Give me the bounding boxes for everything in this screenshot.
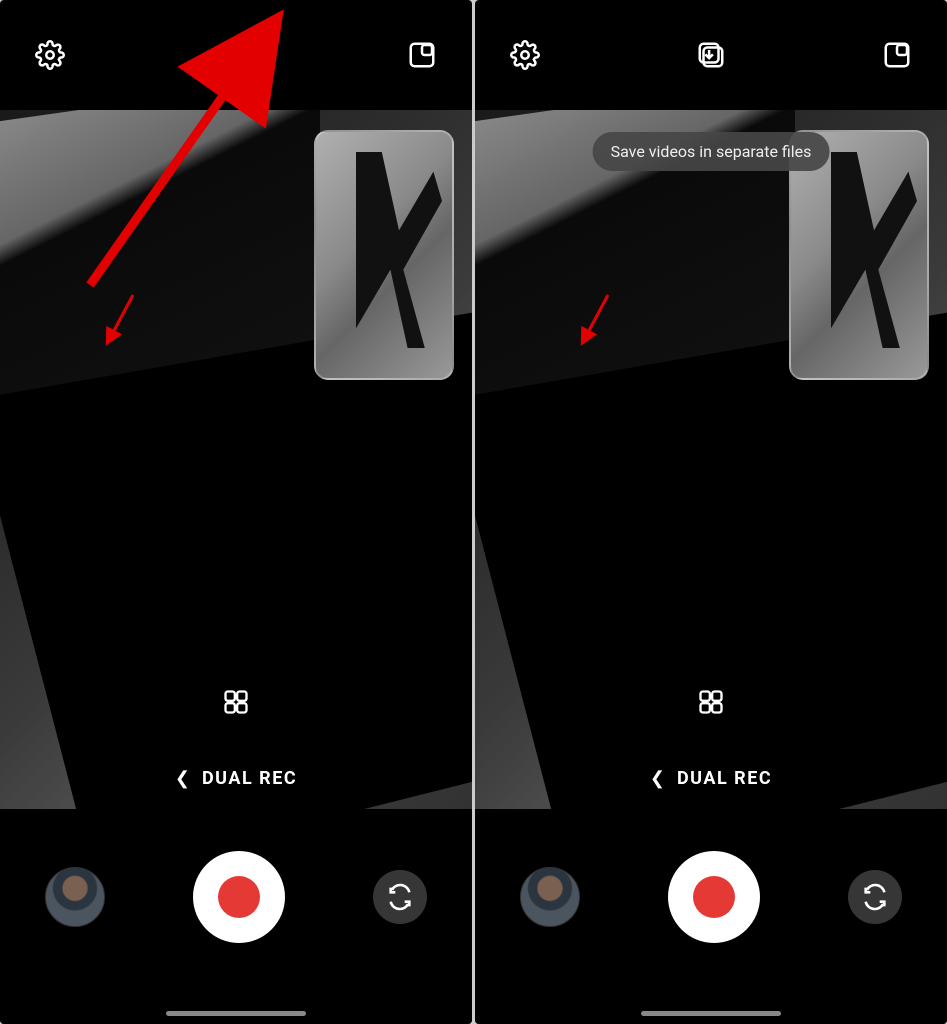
filters-icon[interactable] [222, 688, 250, 716]
bottom-bar [0, 809, 472, 1024]
filters-icon[interactable] [697, 688, 725, 716]
mode-selector[interactable]: ❮ DUAL REC [475, 768, 947, 789]
record-dot [693, 876, 735, 918]
preview-laptop-keyboard [0, 312, 472, 877]
top-bar [0, 0, 472, 110]
screenshot-left: ❮ DUAL REC [0, 0, 472, 1024]
preview-laptop-keyboard [475, 312, 947, 877]
settings-icon[interactable] [32, 37, 68, 73]
record-dot [218, 876, 260, 918]
chevron-left-icon: ❮ [650, 768, 665, 789]
mode-label: DUAL REC [202, 768, 297, 789]
picture-in-picture-preview[interactable] [314, 130, 454, 380]
bottom-bar [475, 809, 947, 1024]
record-button[interactable] [193, 851, 285, 943]
home-indicator[interactable] [166, 1011, 306, 1016]
gallery-thumbnail[interactable] [45, 867, 105, 927]
home-indicator[interactable] [641, 1011, 781, 1016]
settings-icon[interactable] [507, 37, 543, 73]
record-button[interactable] [668, 851, 760, 943]
pip-layout-icon[interactable] [404, 37, 440, 73]
switch-camera-button[interactable] [373, 870, 427, 924]
save-mode-icon[interactable] [218, 37, 254, 73]
pip-layout-icon[interactable] [879, 37, 915, 73]
mode-selector[interactable]: ❮ DUAL REC [0, 768, 472, 789]
chevron-left-icon: ❮ [175, 768, 190, 789]
save-mode-separate-icon[interactable] [693, 37, 729, 73]
screenshot-right: Save videos in separate files ❮ DUAL REC [475, 0, 947, 1024]
mode-label: DUAL REC [677, 768, 772, 789]
switch-camera-button[interactable] [848, 870, 902, 924]
save-mode-tooltip: Save videos in separate files [593, 132, 830, 171]
gallery-thumbnail[interactable] [520, 867, 580, 927]
top-bar [475, 0, 947, 110]
